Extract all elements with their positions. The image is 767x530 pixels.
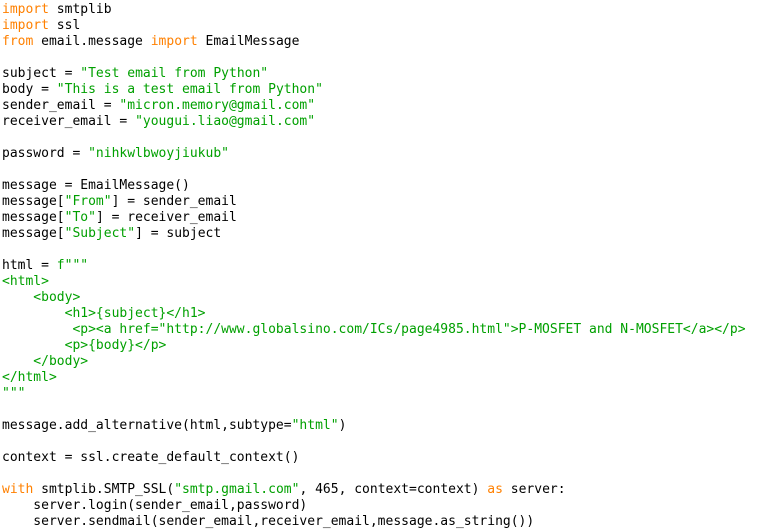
code-line: """	[2, 386, 767, 402]
token-plain: smtplib	[48, 2, 112, 17]
code-line: message.add_alternative(html,subtype="ht…	[2, 418, 767, 434]
code-line: message["To"] = receiver_email	[2, 210, 767, 226]
token-keyword: import	[2, 2, 49, 17]
token-plain: server.sendmail(sender_email,receiver_em…	[2, 514, 535, 529]
token-string: </body>	[2, 354, 89, 369]
code-line: <p>{body}</p>	[2, 338, 767, 354]
token-string: "micron.memory@gmail.com"	[119, 98, 316, 113]
code-line: message["From"] = sender_email	[2, 194, 767, 210]
token-plain: receiver_email =	[2, 114, 136, 129]
token-plain: ssl	[48, 18, 81, 33]
token-plain: ] = subject	[135, 226, 222, 241]
token-plain: EmailMessage	[197, 34, 300, 49]
code-line: with smtplib.SMTP_SSL("smtp.gmail.com", …	[2, 482, 767, 498]
token-plain: html =	[2, 258, 57, 273]
code-line: </body>	[2, 354, 767, 370]
code-line	[2, 466, 767, 482]
code-line: receiver_email = "yougui.liao@gmail.com"	[2, 114, 767, 130]
token-keyword: from	[2, 34, 34, 49]
code-line: <body>	[2, 290, 767, 306]
token-plain: message[	[2, 226, 65, 241]
token-string: <p>{body}</p>	[2, 338, 167, 353]
token-string: "html"	[291, 418, 339, 433]
token-plain: , 465, context=context)	[299, 482, 488, 497]
token-string: "nihkwlbwoyjiukub"	[88, 146, 229, 161]
token-string: <h1>{subject}</h1>	[2, 306, 206, 321]
token-keyword: with	[2, 482, 34, 497]
code-line: subject = "Test email from Python"	[2, 66, 767, 82]
code-line: </html>	[2, 370, 767, 386]
token-plain: message = EmailMessage()	[2, 178, 190, 193]
token-string: <body>	[2, 290, 81, 305]
code-line	[2, 162, 767, 178]
token-plain: smtplib.SMTP_SSL(	[33, 482, 175, 497]
code-line: message["Subject"] = subject	[2, 226, 767, 242]
token-plain: ] = receiver_email	[95, 210, 237, 225]
code-line: message = EmailMessage()	[2, 178, 767, 194]
code-line: server.login(sender_email,password)	[2, 498, 767, 514]
code-line: body = "This is a test email from Python…	[2, 82, 767, 98]
token-plain: )	[338, 418, 347, 433]
token-plain: ] = sender_email	[111, 194, 237, 209]
token-plain: subject =	[2, 66, 81, 81]
token-plain: body =	[2, 82, 57, 97]
code-line	[2, 242, 767, 258]
token-keyword: as	[487, 482, 503, 497]
token-string: "smtp.gmail.com"	[174, 482, 300, 497]
code-line: import ssl	[2, 18, 767, 34]
code-line	[2, 402, 767, 418]
token-string: "yougui.liao@gmail.com"	[135, 114, 316, 129]
code-line: from email.message import EmailMessage	[2, 34, 767, 50]
code-line: <h1>{subject}</h1>	[2, 306, 767, 322]
token-plain: server:	[502, 482, 566, 497]
token-plain: message[	[2, 210, 65, 225]
token-string: "From"	[64, 194, 112, 209]
code-line: password = "nihkwlbwoyjiukub"	[2, 146, 767, 162]
code-line: html = f"""	[2, 258, 767, 274]
code-line: server.sendmail(sender_email,receiver_em…	[2, 514, 767, 530]
code-listing[interactable]: import smtplib import ssl from email.messa…	[0, 0, 767, 530]
code-line: context = ssl.create_default_context()	[2, 450, 767, 466]
token-string: f"""	[56, 258, 89, 273]
code-line: <html>	[2, 274, 767, 290]
token-plain: email.message	[33, 34, 151, 49]
code-line: sender_email = "micron.memory@gmail.com"	[2, 98, 767, 114]
token-string: "Subject"	[64, 226, 136, 241]
token-string: <html>	[2, 274, 49, 289]
code-line: import smtplib	[2, 2, 767, 18]
token-plain: sender_email =	[2, 98, 120, 113]
token-string: "To"	[64, 210, 96, 225]
token-string: <p><a href="http://www.globalsino.com/IC…	[2, 322, 746, 337]
token-string: "This is a test email from Python"	[56, 82, 323, 97]
token-plain: message.add_alternative(html,subtype=	[2, 418, 292, 433]
token-string: "Test email from Python"	[80, 66, 269, 81]
code-line	[2, 50, 767, 66]
code-line	[2, 130, 767, 146]
code-line	[2, 434, 767, 450]
token-plain: message[	[2, 194, 65, 209]
token-plain: password =	[2, 146, 89, 161]
token-plain: server.login(sender_email,password)	[2, 498, 308, 513]
token-keyword: import	[2, 18, 49, 33]
token-keyword: import	[150, 34, 198, 49]
code-line: <p><a href="http://www.globalsino.com/IC…	[2, 322, 767, 338]
token-plain: context = ssl.create_default_context()	[2, 450, 300, 465]
token-string: """	[2, 386, 26, 401]
token-string: </html>	[2, 370, 57, 385]
